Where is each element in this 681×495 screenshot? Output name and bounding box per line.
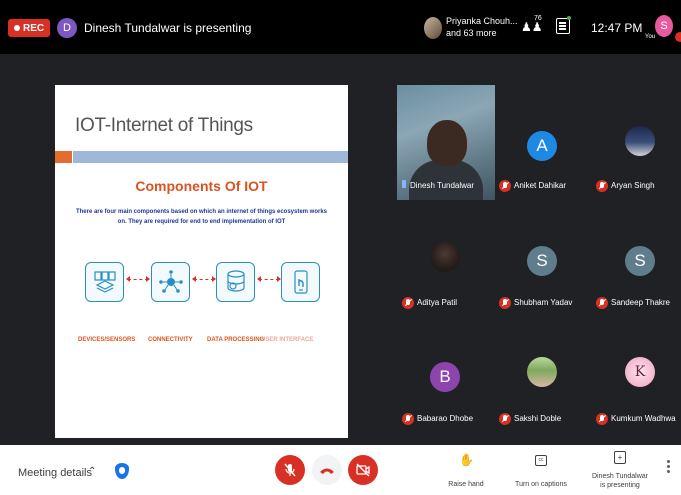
mic-off-icon	[284, 463, 296, 477]
participant-avatar[interactable]: A	[527, 131, 557, 161]
camera-off-icon	[356, 463, 370, 477]
clock: 12:47 PM	[591, 21, 643, 35]
participant-photo[interactable]	[430, 242, 460, 272]
pinned-participant-avatar[interactable]	[424, 17, 442, 39]
more-options-icon[interactable]	[667, 465, 670, 468]
database-gear-icon	[216, 262, 255, 302]
component-label: USER INTERFACE	[261, 337, 314, 343]
pinned-participants[interactable]: Priyanka Chouh... and 63 more	[446, 15, 518, 39]
participant-name: Shubham Yadav	[514, 298, 573, 307]
participant-photo[interactable]: K	[625, 357, 655, 387]
camera-toggle-button[interactable]	[348, 455, 378, 485]
link-arrow	[126, 276, 150, 282]
participant-photo[interactable]	[527, 357, 557, 387]
mic-off-icon	[402, 413, 414, 425]
slide-description: There are four main components based on …	[75, 209, 328, 225]
people-count: 76	[534, 15, 542, 22]
raise-hand-button[interactable]: Raise hand	[441, 480, 491, 489]
participant-name: Aditya Patil	[417, 298, 458, 307]
mic-off-icon	[596, 180, 608, 192]
slide-heading: Components Of IOT	[135, 178, 268, 194]
present-status-button[interactable]: Dinesh Tundalwar is presenting	[584, 472, 656, 490]
people-icon[interactable]: ♟♟	[521, 20, 543, 34]
top-bar: REC D Dinesh Tundalwar is presenting Pri…	[0, 0, 681, 54]
meeting-details-button[interactable]: Meeting details	[18, 467, 92, 479]
participant-name: Sandeep Thakre	[611, 298, 671, 307]
meet-window: REC D Dinesh Tundalwar is presenting Pri…	[0, 0, 681, 495]
link-arrow	[192, 276, 216, 282]
video-body	[409, 160, 483, 200]
present-line: is presenting	[600, 482, 640, 489]
pinned-name: Priyanka Chouh...	[446, 16, 518, 26]
record-dot-icon	[14, 25, 20, 31]
you-label: You	[645, 34, 656, 40]
self-avatar[interactable]: S	[655, 15, 673, 37]
hang-up-icon	[320, 468, 334, 474]
mic-off-icon	[596, 413, 608, 425]
rec-label: REC	[23, 22, 45, 34]
mic-off-icon	[596, 297, 608, 309]
participant-avatar[interactable]: S	[625, 246, 655, 276]
participant-name: Aryan Singh	[611, 181, 655, 190]
chat-icon[interactable]	[556, 18, 570, 34]
participant-name: Babarao Dhobe	[417, 414, 474, 423]
cloud-network-icon	[151, 262, 190, 302]
leave-call-button[interactable]	[312, 455, 342, 485]
slide-accent-blue	[73, 151, 348, 163]
mic-toggle-button[interactable]	[275, 455, 305, 485]
slide-accent-orange	[55, 151, 72, 163]
recording-badge: REC	[8, 19, 51, 37]
presenter-avatar: D	[57, 18, 77, 38]
phone-touch-icon	[281, 262, 320, 302]
mic-off-icon	[499, 297, 511, 309]
host-controls-shield-icon[interactable]	[115, 463, 129, 479]
participant-photo[interactable]	[625, 126, 655, 156]
self-mic-off-badge	[675, 32, 681, 42]
participant-name: Dinesh Tundalwar	[410, 181, 475, 190]
presenter-status: Dinesh Tundalwar is presenting	[84, 21, 252, 35]
captions-button[interactable]: Turn on captions	[511, 480, 571, 489]
participant-name: Aniket Dahikar	[514, 181, 567, 190]
pinned-more: and 63 more	[446, 28, 497, 38]
mic-off-icon	[499, 413, 511, 425]
sensor-icon	[85, 262, 124, 302]
component-label: CONNECTIVITY	[148, 337, 193, 343]
mic-off-icon	[499, 180, 511, 192]
participant-name: Kumkum Wadhwa	[611, 414, 676, 423]
raise-hand-icon[interactable]: ✋	[459, 453, 474, 467]
mic-off-icon	[402, 297, 414, 309]
present-icon[interactable]: +	[614, 451, 626, 464]
speaking-indicator-icon	[402, 180, 406, 188]
participant-name: Sakshi Doble	[514, 414, 562, 423]
captions-icon[interactable]: cc	[535, 455, 547, 466]
participant-avatar[interactable]: S	[527, 246, 557, 276]
component-label: DATA PROCESSING	[207, 337, 265, 343]
chevron-up-icon[interactable]: ⌃	[88, 466, 96, 477]
present-line: Dinesh Tundalwar	[591, 473, 649, 480]
participant-avatar[interactable]: B	[430, 362, 460, 392]
link-arrow	[257, 276, 281, 282]
presentation-slide: IOT-Internet of Things Components Of IOT…	[55, 85, 348, 438]
component-label: DEVICES/SENSORS	[78, 337, 136, 343]
bottom-bar: Meeting details ⌃ ✋ Raise hand cc Turn o…	[0, 445, 681, 495]
slide-title: IOT-Internet of Things	[75, 115, 253, 136]
chat-badge	[567, 16, 571, 20]
video-person	[427, 120, 467, 166]
